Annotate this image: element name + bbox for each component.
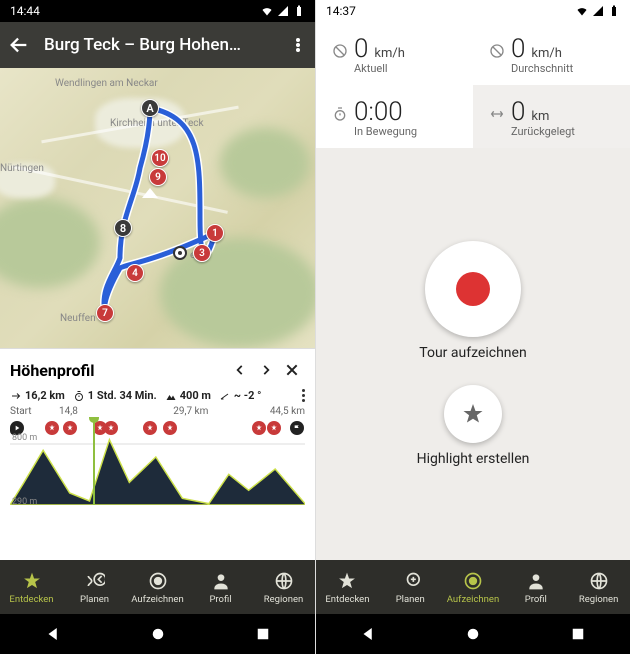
tick-label: 29,7 km (173, 406, 208, 417)
waypoint-3[interactable]: 3 (193, 244, 211, 262)
record-dot-icon (456, 272, 490, 306)
app-bar: Burg Teck – Burg Hohen… (0, 22, 315, 68)
record-icon (462, 570, 484, 592)
nav-regions[interactable]: Regionen (252, 570, 315, 605)
y-label-bottom: 290 m (12, 497, 37, 507)
route-icon (84, 570, 106, 592)
signal-icon (277, 5, 289, 17)
distance-stat: 16,2 km (10, 389, 65, 402)
nav-record[interactable]: Aufzeichnen (442, 570, 505, 605)
wifi-icon (576, 5, 588, 17)
speed-icon (332, 43, 348, 59)
ascent-stat: 400 m (165, 389, 211, 402)
android-nav-bar (316, 614, 630, 654)
tick-label: 14,8 (59, 406, 78, 417)
page-title: Burg Teck – Burg Hohen… (44, 35, 275, 55)
android-home-icon[interactable] (464, 625, 482, 643)
waypoint-8[interactable]: 8 (114, 219, 132, 237)
stat-speed-avg[interactable]: 0km/h Durchschnitt (473, 22, 630, 85)
highlight-marker-icon[interactable] (252, 421, 266, 435)
record-icon (147, 570, 169, 592)
close-icon[interactable] (279, 357, 305, 383)
highlight-marker-icon[interactable] (45, 421, 59, 435)
clock: 14:44 (10, 4, 40, 18)
nav-discover[interactable]: Entdecken (316, 570, 379, 605)
waypoint-7[interactable]: 7 (96, 304, 114, 322)
tick-label: 44,5 km (270, 406, 305, 417)
star-icon (21, 570, 43, 592)
highlight-marker-icon[interactable] (163, 421, 177, 435)
nav-regions[interactable]: Regionen (567, 570, 630, 605)
android-back-icon[interactable] (44, 625, 62, 643)
waypoint-1[interactable]: 1 (206, 224, 224, 242)
highlight-marker-icon[interactable] (143, 421, 157, 435)
stats-grid: 0km/h Aktuell 0km/h Durchschnitt 0:00 In… (316, 22, 630, 148)
highlight-marker-icon[interactable] (63, 421, 77, 435)
android-recents-icon[interactable] (254, 625, 272, 643)
highlight-button[interactable]: Highlight erstellen (417, 385, 530, 467)
waypoint-9[interactable]: 9 (149, 168, 167, 186)
record-button[interactable]: Tour aufzeichnen (419, 241, 526, 361)
next-icon[interactable] (253, 357, 279, 383)
more-stats-icon[interactable] (302, 389, 305, 402)
more-icon[interactable] (289, 34, 307, 56)
y-label-top: 800 m (12, 433, 37, 443)
android-home-icon[interactable] (149, 625, 167, 643)
highlight-row (10, 421, 305, 437)
nav-discover[interactable]: Entdecken (0, 570, 63, 605)
android-recents-icon[interactable] (569, 625, 587, 643)
star-icon (336, 570, 358, 592)
avg-icon (489, 43, 505, 59)
signal-icon (592, 5, 604, 17)
distance-icon (489, 106, 505, 122)
back-icon[interactable] (8, 34, 30, 56)
nav-profile[interactable]: Profil (189, 570, 252, 605)
elevation-panel: Höhenprofil 16,2 km 1 Std. 34 Min. 400 m… (0, 348, 315, 509)
tick-label: Start (10, 406, 32, 417)
slope-stat: ~ -2 ° (219, 389, 262, 402)
android-back-icon[interactable] (359, 625, 377, 643)
waypoint-4[interactable]: 4 (126, 264, 144, 282)
route-icon (399, 570, 421, 592)
nav-record[interactable]: Aufzeichnen (126, 570, 189, 605)
highlight-marker-icon[interactable] (104, 421, 118, 435)
chart-cursor[interactable] (93, 419, 95, 505)
left-phone: 14:44 Burg Teck – Burg Hohen… Wendlingen… (0, 0, 315, 654)
stat-speed-now[interactable]: 0km/h Aktuell (316, 22, 473, 85)
nav-profile[interactable]: Profil (504, 570, 567, 605)
globe-icon (588, 570, 610, 592)
android-nav-bar (0, 614, 315, 654)
duration-stat: 1 Std. 34 Min. (73, 389, 157, 402)
map-target-icon (173, 246, 187, 260)
highlight-marker-icon[interactable] (267, 421, 281, 435)
status-bar: 14:37 (316, 0, 630, 22)
nav-plan[interactable]: Planen (379, 570, 442, 605)
stopwatch-icon (332, 106, 348, 122)
stat-time-move[interactable]: 0:00 In Bewegung (316, 85, 473, 148)
nav-plan[interactable]: Planen (63, 570, 126, 605)
clock: 14:37 (326, 4, 356, 18)
globe-icon (273, 570, 295, 592)
profile-icon (210, 570, 232, 592)
bottom-nav: Entdecken Planen Aufzeichnen Profil Regi… (316, 560, 630, 614)
waypoint-a[interactable]: A (141, 99, 159, 117)
status-bar: 14:44 (0, 0, 315, 22)
battery-icon (608, 5, 620, 17)
elevation-chart[interactable]: 800 m 290 m (10, 419, 305, 505)
bottom-nav: Entdecken Planen Aufzeichnen Profil Regi… (0, 560, 315, 614)
map[interactable]: Wendlingen am Neckar Kirchheim unter Tec… (0, 68, 315, 348)
finish-marker-icon[interactable] (290, 421, 304, 435)
waypoint-10[interactable]: 10 (151, 149, 169, 167)
stat-distance[interactable]: 0km Zurückgelegt (473, 85, 630, 148)
wifi-icon (261, 5, 273, 17)
elevation-title: Höhenprofil (10, 361, 227, 380)
star-icon (461, 402, 485, 426)
right-phone: 14:37 0km/h Aktuell 0km/h Durchschnitt 0… (315, 0, 630, 654)
profile-icon (525, 570, 547, 592)
battery-icon (293, 5, 305, 17)
record-body: Tour aufzeichnen Highlight erstellen (316, 148, 630, 560)
prev-icon[interactable] (227, 357, 253, 383)
